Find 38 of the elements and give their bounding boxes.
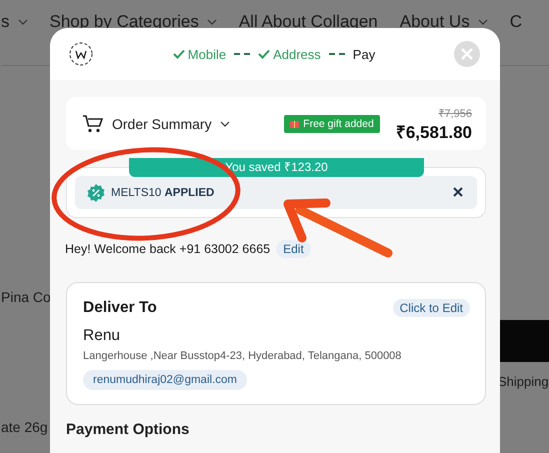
check-icon (258, 49, 270, 59)
chevron-icon (220, 120, 230, 126)
nav-link[interactable]: About Us (400, 12, 470, 32)
checkout-step[interactable]: Mobile (172, 46, 226, 62)
product-text: ate 26g (1, 419, 48, 435)
gift-icon (290, 119, 300, 128)
close-icon (453, 187, 463, 197)
shipping-text: Shipping (498, 374, 549, 389)
email-tag: renumudhiraj02@gmail.com (83, 370, 247, 390)
chevron-icon (18, 19, 28, 25)
check-icon (172, 49, 185, 59)
close-icon (461, 48, 473, 60)
chevron-icon (206, 19, 217, 25)
cart-icon (82, 114, 104, 134)
welcome-text: Hey! Welcome back +91 63002 6665 (65, 242, 270, 256)
checkout-step[interactable]: Address (258, 46, 321, 62)
savings-banner: You saved ₹123.20 (129, 158, 424, 177)
edit-link[interactable]: Edit (276, 240, 311, 258)
logo-icon (68, 41, 94, 67)
payment-heading: Payment Options (66, 421, 190, 438)
order-summary-label: Order Summary (112, 116, 212, 132)
total-price: ₹6,581.80 (396, 122, 472, 142)
delivery-title: Deliver To (83, 299, 157, 317)
checkout-step[interactable]: Pay (352, 46, 376, 62)
nav-link[interactable]: C (510, 12, 522, 32)
recipient-name: Renu (83, 327, 122, 345)
original-price: ₹7,956 (438, 106, 472, 120)
product-text: Pina Co (1, 289, 51, 305)
address-text: Langerhouse ,Near Busstop4-23, Hyderabad, Telangana, 500008 (83, 350, 402, 362)
edit-address-button[interactable]: Click to Edit (392, 299, 470, 317)
coupon-status: MELTS10 APPLIED (111, 186, 216, 198)
discount-icon (87, 184, 105, 202)
gift-badge: Free gift added (284, 114, 380, 132)
page-bar (500, 320, 549, 362)
nav-link[interactable]: s (1, 12, 10, 32)
chevron-icon (478, 19, 488, 25)
nav-link[interactable]: All About Collagen (238, 12, 378, 32)
order-summary-card[interactable]: Order Summary Free gift added ₹7,956 ₹6,581.80 (66, 97, 486, 150)
